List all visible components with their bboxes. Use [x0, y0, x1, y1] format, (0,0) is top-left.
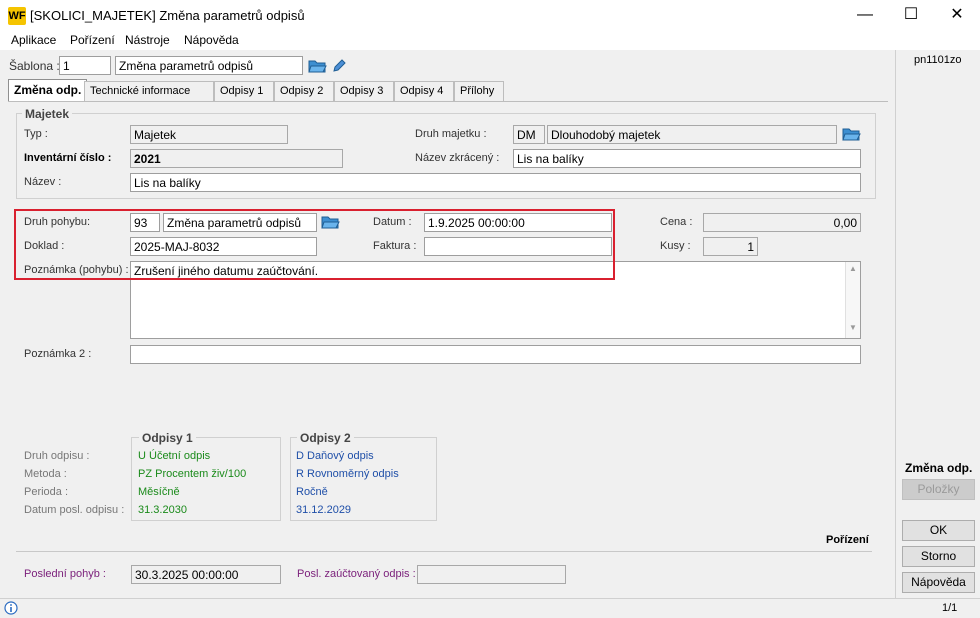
quantity-field: 1	[703, 237, 758, 256]
odpisy1-last-date: 31.3.2030	[138, 504, 187, 516]
last-move-field: 30.3.2025 00:00:00	[131, 565, 281, 584]
close-button[interactable]: ✕	[934, 0, 980, 32]
odpisy2-method: R Rovnoměrný odpis	[296, 468, 399, 480]
odpisy1-method: PZ Procentem živ/100	[138, 468, 247, 480]
highlight-box	[14, 209, 615, 280]
asset-name-label: Název :	[24, 176, 62, 188]
short-name-label: Název zkrácený :	[415, 152, 500, 164]
odpisy2-last-date: 31.12.2029	[296, 504, 352, 516]
asset-type-field: Majetek	[130, 125, 288, 144]
asset-kind-label: Druh majetku :	[415, 128, 487, 140]
page-indicator: 1/1	[942, 602, 958, 614]
asset-kind-field: Dlouhodobý majetek	[547, 125, 837, 144]
folder-open-icon[interactable]	[308, 58, 327, 74]
menu-bar: Aplikace Pořízení Nástroje Nápověda	[0, 32, 980, 50]
ok-button[interactable]: OK	[902, 520, 975, 541]
asset-type-label: Typ :	[24, 128, 48, 140]
depreciation-kind-label: Druh odpisu :	[24, 450, 90, 462]
tab-prilohy[interactable]: Přílohy	[454, 81, 504, 101]
form-code: pn1101zo	[914, 54, 962, 66]
scroll-down-icon[interactable]: ▼	[846, 323, 860, 332]
template-number-field[interactable]: 1	[59, 56, 111, 75]
asset-kind-code-field: DM	[513, 125, 545, 144]
last-booked-field	[417, 565, 566, 584]
tab-odpisy-4[interactable]: Odpisy 4	[394, 81, 454, 101]
tab-technicke-informace[interactable]: Technické informace	[84, 81, 214, 101]
asset-group-title: Majetek	[22, 107, 73, 121]
note-scrollbar[interactable]: ▲ ▼	[845, 262, 860, 338]
help-button[interactable]: Nápověda	[902, 572, 975, 593]
pencil-icon[interactable]	[332, 58, 346, 74]
odpisy2-period: Ročně	[296, 486, 328, 498]
note2-label: Poznámka 2 :	[24, 348, 92, 360]
inventory-number-label: Inventární číslo :	[24, 152, 112, 164]
menu-aplikace[interactable]: Aplikace	[11, 33, 56, 47]
depreciation-method-label: Metoda :	[24, 468, 67, 480]
right-panel	[895, 50, 980, 598]
maximize-button[interactable]: ☐	[888, 0, 934, 32]
odpisy1-kind: U Účetní odpis	[138, 450, 211, 462]
menu-nastroje[interactable]: Nástroje	[125, 33, 170, 47]
tab-zmena-odp[interactable]: Změna odp.	[8, 79, 88, 102]
template-name-field[interactable]: Změna parametrů odpisů	[115, 56, 303, 75]
state-badge: Pořízení	[826, 534, 869, 546]
tab-odpisy-3[interactable]: Odpisy 3	[334, 81, 394, 101]
minimize-button[interactable]: —	[842, 0, 888, 32]
scroll-up-icon[interactable]: ▲	[846, 264, 860, 273]
odpisy1-title: Odpisy 1	[139, 431, 196, 445]
last-move-label: Poslední pohyb :	[24, 568, 106, 580]
template-label: Šablona :	[9, 59, 60, 73]
cancel-button[interactable]: Storno	[902, 546, 975, 567]
window-title: [SKOLICI_MAJETEK] Změna parametrů odpisů	[30, 8, 305, 23]
odpisy2-title: Odpisy 2	[297, 431, 354, 445]
tab-odpisy-2[interactable]: Odpisy 2	[274, 81, 334, 101]
note2-field[interactable]	[130, 345, 861, 364]
status-bar	[0, 598, 980, 618]
title-bar: WF [SKOLICI_MAJETEK] Změna parametrů odp…	[0, 0, 980, 32]
odpisy1-period: Měsíčně	[138, 486, 180, 498]
quantity-label: Kusy :	[660, 240, 691, 252]
last-booked-label: Posl. zaúčtovaný odpis :	[297, 568, 416, 580]
depreciation-period-label: Perioda :	[24, 486, 69, 498]
tab-odpisy-1[interactable]: Odpisy 1	[214, 81, 274, 101]
depreciation-last-date-label: Datum posl. odpisu :	[24, 504, 125, 516]
items-button[interactable]: Položky	[902, 479, 975, 500]
asset-name-field[interactable]: Lis na balíky	[130, 173, 861, 192]
menu-porizeni[interactable]: Pořízení	[70, 33, 115, 47]
odpisy2-kind: D Daňový odpis	[296, 450, 374, 462]
price-field: 0,00	[703, 213, 861, 232]
app-logo-icon: WF	[8, 7, 26, 25]
short-name-field[interactable]: Lis na balíky	[513, 149, 861, 168]
footer-divider	[16, 551, 872, 552]
inventory-number-field: 2021	[130, 149, 343, 168]
section-title: Změna odp.	[905, 461, 973, 475]
info-icon[interactable]	[4, 601, 18, 615]
price-label: Cena :	[660, 216, 693, 228]
menu-napoveda[interactable]: Nápověda	[184, 33, 239, 47]
folder-open-icon[interactable]	[842, 126, 861, 142]
